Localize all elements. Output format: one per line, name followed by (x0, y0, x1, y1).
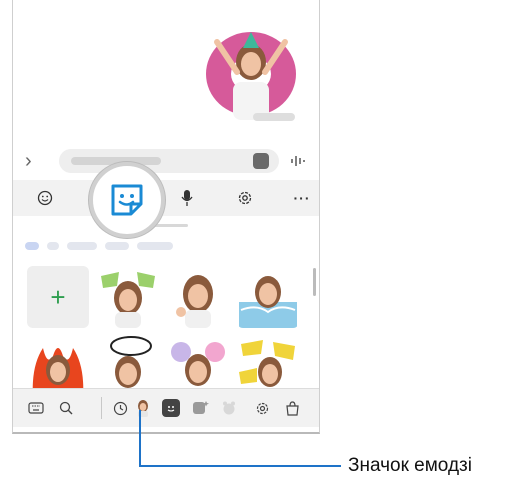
category-pill[interactable] (105, 242, 129, 250)
category-pill[interactable] (67, 242, 97, 250)
more-icon[interactable]: ··· (292, 188, 312, 208)
bitmoji-icon[interactable] (192, 399, 210, 417)
chat-area (13, 0, 319, 140)
sticker-icon[interactable] (162, 399, 180, 417)
message-input[interactable] (59, 149, 279, 173)
ar-emoji-icon[interactable] (134, 399, 152, 417)
category-pill[interactable] (47, 242, 59, 250)
callout-line-vertical (139, 410, 141, 466)
recent-icon[interactable] (111, 399, 129, 417)
smiley-icon[interactable] (35, 188, 55, 208)
toolbar-divider (101, 397, 102, 419)
category-pill[interactable] (25, 242, 39, 250)
keyboard-toolbar: ··· (13, 180, 319, 216)
grid-scrollbar[interactable] (313, 268, 316, 296)
sticker-item[interactable] (237, 266, 299, 328)
sticker-item[interactable] (167, 266, 229, 328)
input-sticker-icon[interactable] (253, 153, 269, 169)
message-input-bar: › (13, 146, 319, 176)
gear-icon[interactable] (235, 188, 255, 208)
settings-icon[interactable] (253, 399, 271, 417)
store-icon[interactable] (283, 399, 301, 417)
keyboard-icon[interactable] (27, 399, 45, 417)
microphone-icon[interactable] (177, 188, 197, 208)
message-timestamp-placeholder (253, 113, 295, 121)
add-sticker-button[interactable]: + (27, 266, 89, 328)
keyboard-bottom-bar (13, 388, 319, 427)
sent-sticker-message[interactable] (203, 22, 299, 120)
sticker-item[interactable] (97, 266, 159, 328)
voice-waveform-icon[interactable] (289, 152, 307, 170)
sticker-icon-magnified[interactable] (89, 162, 165, 238)
expand-chevron-icon[interactable]: › (25, 150, 43, 172)
phone-screen: › ··· + (12, 0, 320, 434)
callout-label: Значок емодзі (348, 455, 472, 476)
sticker-grid: + (27, 266, 313, 398)
search-icon[interactable] (57, 399, 75, 417)
gif-icon[interactable] (220, 399, 238, 417)
category-pill[interactable] (137, 242, 173, 250)
callout-line-horizontal (139, 465, 341, 467)
sticker-category-row (13, 242, 319, 256)
